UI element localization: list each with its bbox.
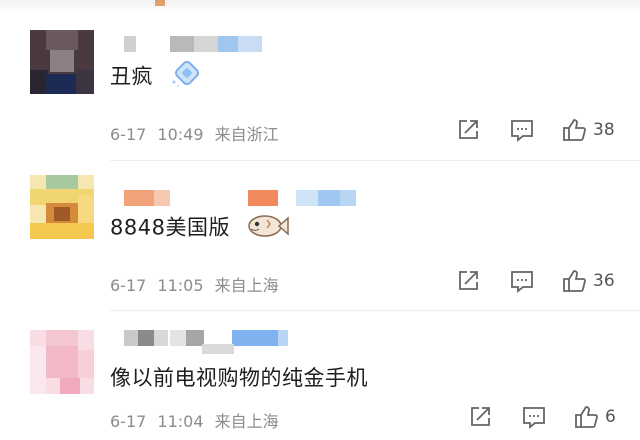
divider [110,160,640,161]
comment-meta: 6-17 10:49 来自浙江 [110,121,285,145]
forward-button[interactable] [455,267,481,295]
comment-button[interactable] [509,267,535,295]
comment-date: 6-17 [110,125,147,144]
comment-text: 像以前电视购物的纯金手机 [110,362,368,392]
comment-button[interactable] [521,403,547,431]
forward-button[interactable] [467,403,493,431]
comment-actions: 6 [455,403,635,431]
comment-actions: 38 [455,116,635,144]
comment-meta: 6-17 11:05 来自上海 [110,272,285,296]
like-count: 38 [593,120,615,140]
like-button[interactable]: 38 [561,116,615,144]
avatar[interactable] [30,175,94,239]
comment-bubble-icon [511,120,533,142]
comment-time: 10:49 [157,125,204,144]
comment-date: 6-17 [110,412,147,431]
comment-location: 来自浙江 [214,125,279,144]
thumbs-up-icon [563,270,586,292]
avatar[interactable] [30,30,94,94]
username-blurred[interactable] [110,36,360,52]
comment-text-content: 像以前电视购物的纯金手机 [110,366,368,390]
comment-time: 11:04 [157,412,204,431]
comment-actions: 36 [455,267,635,295]
comment-meta: 6-17 11:04 来自上海 [110,408,285,432]
thumbs-up-icon [575,406,598,428]
comment-location: 来自上海 [214,412,279,431]
comment-time: 11:05 [157,276,204,295]
like-button[interactable]: 36 [561,267,615,295]
comment-button[interactable] [509,116,535,144]
comment-date: 6-17 [110,276,147,295]
diamond-badge-icon [168,60,202,95]
fish-sticker-icon [245,211,289,246]
forward-icon [459,120,478,139]
avatar[interactable] [30,330,94,394]
username-blurred[interactable] [110,190,360,206]
forward-icon [471,407,490,426]
like-button[interactable]: 6 [573,403,616,431]
divider [110,310,640,311]
comment-bubble-icon [511,271,533,293]
top-strip-mark [155,0,165,6]
comment-location: 来自上海 [214,276,279,295]
username-blurred[interactable] [110,330,360,354]
forward-button[interactable] [455,116,481,144]
forward-icon [459,271,478,290]
comment-text-content: 8848美国版 [110,215,230,240]
thumbs-up-icon [563,119,586,141]
like-count: 36 [593,271,615,291]
comment-text: 8848美国版 [110,211,289,246]
like-count: 6 [605,407,616,427]
comment-bubble-icon [523,407,545,429]
comment-text-content: 丑疯 [110,64,153,89]
top-strip [0,0,640,14]
comment-text: 丑疯 [110,60,202,95]
